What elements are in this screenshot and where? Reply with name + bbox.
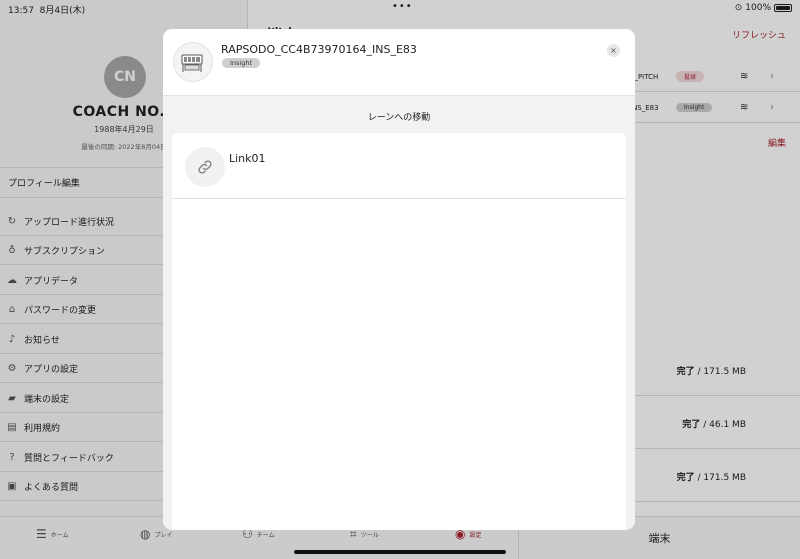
device-type-badge: Insight — [222, 58, 261, 68]
link-icon — [185, 147, 225, 187]
close-button[interactable]: × — [607, 44, 620, 57]
device-image-icon — [181, 54, 203, 72]
lane-item[interactable]: Link01 — [172, 133, 626, 199]
device-thumbnail — [173, 42, 213, 82]
lane-list: Link01 — [172, 133, 626, 530]
section-title: レーンへの移動 — [367, 113, 431, 123]
device-title: RAPSODO_CC4B73970164_INS_E83 — [221, 43, 417, 56]
home-indicator[interactable] — [294, 550, 506, 554]
close-icon: × — [610, 45, 617, 55]
modal-header: RAPSODO_CC4B73970164_INS_E83 Insight × — [163, 29, 635, 96]
lane-move-modal: RAPSODO_CC4B73970164_INS_E83 Insight × レ… — [163, 29, 635, 530]
lane-name: Link01 — [229, 152, 266, 165]
